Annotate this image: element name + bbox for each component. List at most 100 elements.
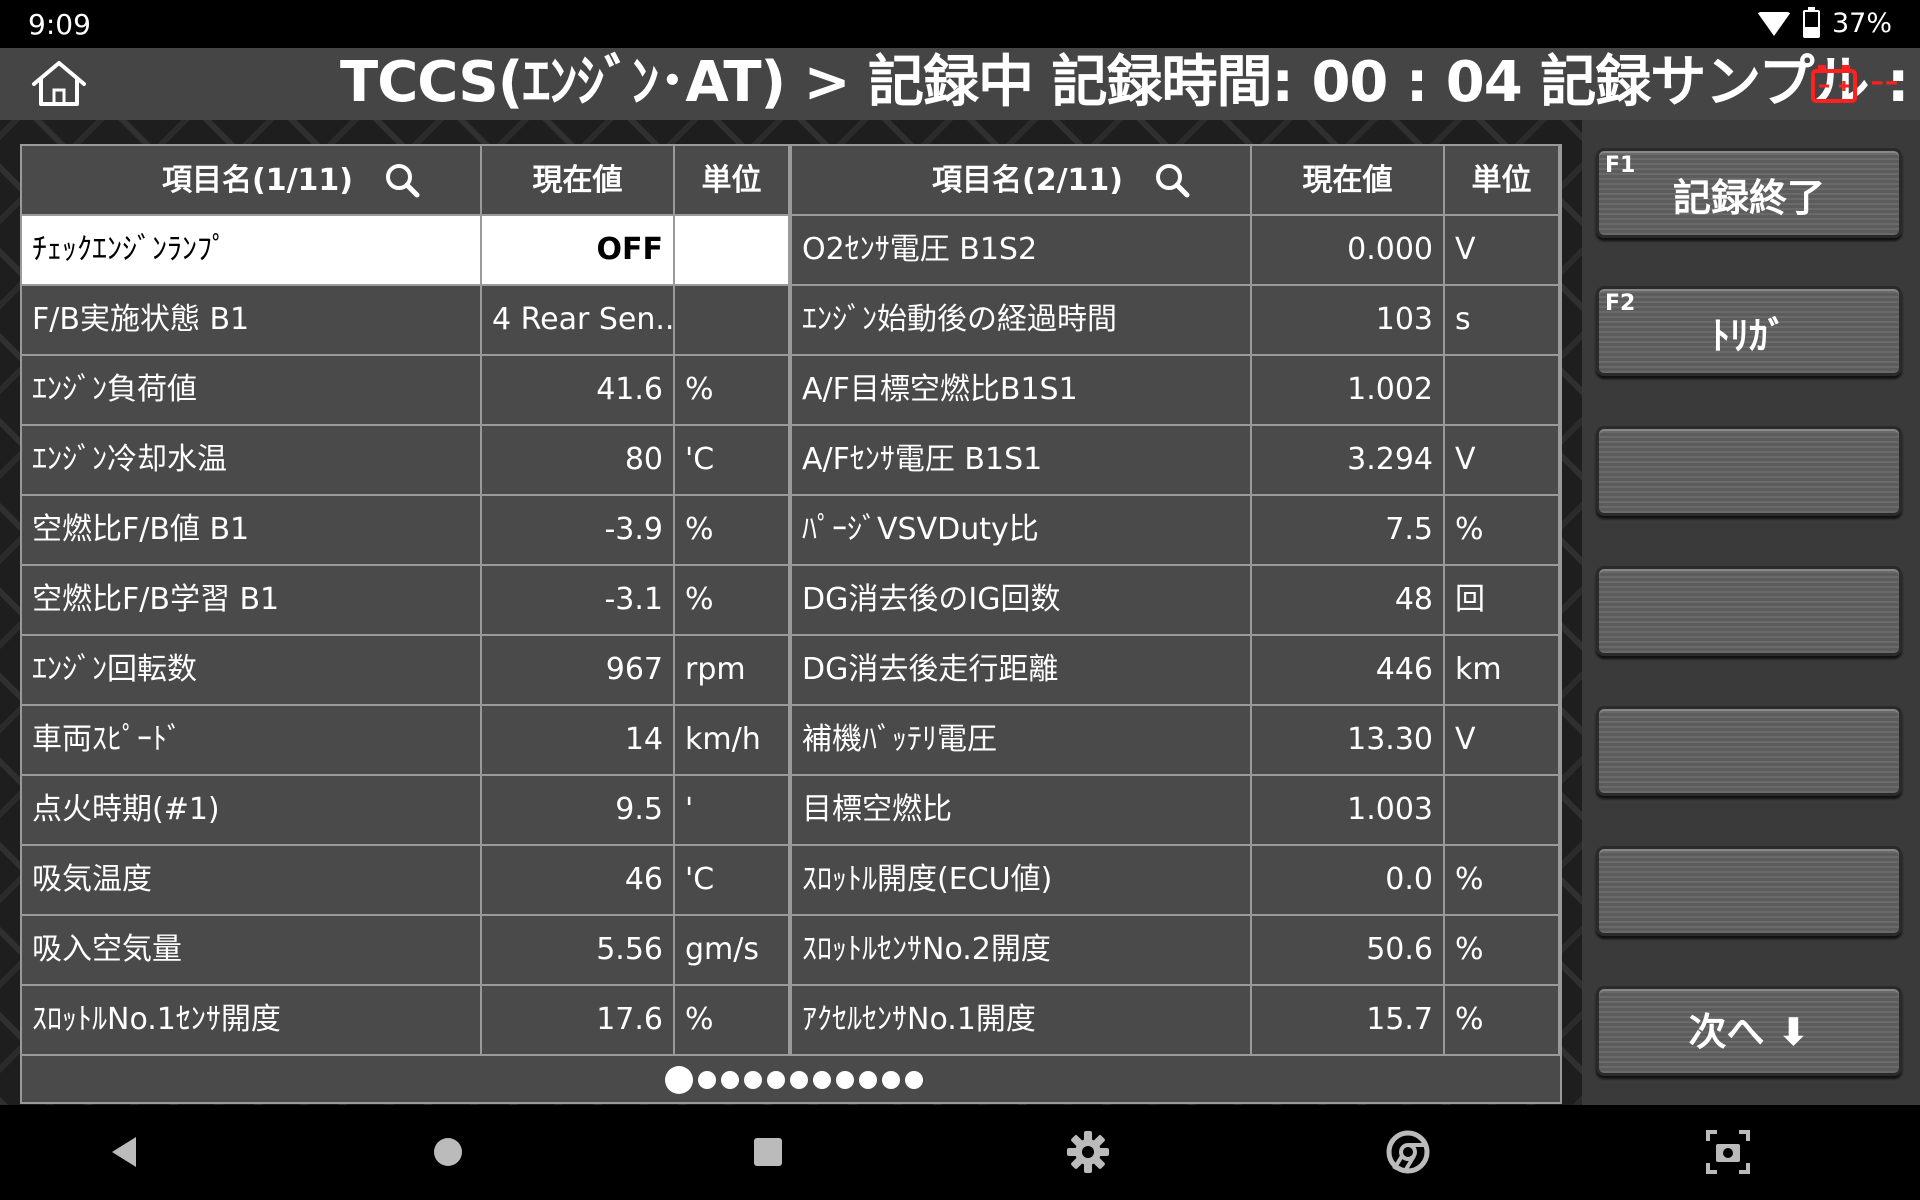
right-row-value[interactable]: 50.6 — [1252, 916, 1445, 986]
left-row-name[interactable]: F/B実施状態 B1 — [22, 286, 482, 356]
right-row-value[interactable]: 48 — [1252, 566, 1445, 636]
right-row-value[interactable]: 15.7 — [1252, 986, 1445, 1056]
left-row-value[interactable]: -3.9 — [482, 496, 675, 566]
left-row-unit[interactable]: % — [675, 986, 790, 1056]
back-icon[interactable] — [100, 1127, 150, 1177]
right-row-value[interactable]: 1.003 — [1252, 776, 1445, 846]
left-row-value[interactable]: 80 — [482, 426, 675, 496]
right-row-name[interactable]: A/F目標空燃比B1S1 — [792, 356, 1252, 426]
right-row-unit[interactable]: % — [1445, 986, 1560, 1056]
left-row-value[interactable]: 4 Rear Sen... — [482, 286, 675, 356]
page-dot[interactable] — [859, 1071, 877, 1089]
right-row-name[interactable]: A/Fｾﾝｻ電圧 B1S1 — [792, 426, 1252, 496]
left-row-unit[interactable]: 'C — [675, 846, 790, 916]
right-row-value[interactable]: 3.294 — [1252, 426, 1445, 496]
right-row-unit[interactable]: 回 — [1445, 566, 1560, 636]
page-dot[interactable] — [813, 1071, 831, 1089]
right-row-name[interactable]: ｴﾝｼﾞﾝ始動後の経過時間 — [792, 286, 1252, 356]
right-row-unit[interactable]: V — [1445, 426, 1560, 496]
left-row-unit[interactable] — [675, 286, 790, 356]
right-row-value[interactable]: 446 — [1252, 636, 1445, 706]
right-row-name[interactable]: DG消去後走行距離 — [792, 636, 1252, 706]
left-row-value[interactable]: 46 — [482, 846, 675, 916]
left-row-unit[interactable]: gm/s — [675, 916, 790, 986]
right-row-unit[interactable]: % — [1445, 496, 1560, 566]
right-row-value[interactable]: 7.5 — [1252, 496, 1445, 566]
left-search-icon[interactable] — [384, 162, 420, 198]
page-dot[interactable] — [836, 1071, 854, 1089]
left-row-unit[interactable] — [675, 216, 790, 286]
page-dot[interactable] — [665, 1066, 693, 1094]
home-nav-icon[interactable] — [423, 1127, 473, 1177]
function-key-7[interactable]: 次へ ⬇ — [1596, 986, 1902, 1076]
left-row-name[interactable]: 車両ｽﾋﾟｰﾄﾞ — [22, 706, 482, 776]
page-dot[interactable] — [882, 1071, 900, 1089]
right-row-value[interactable]: 1.002 — [1252, 356, 1445, 426]
left-row-name[interactable]: ｴﾝｼﾞﾝ負荷値 — [22, 356, 482, 426]
page-dot[interactable] — [744, 1071, 762, 1089]
function-key-4[interactable] — [1596, 566, 1902, 656]
page-dot[interactable] — [698, 1071, 716, 1089]
left-row-unit[interactable]: % — [675, 356, 790, 426]
left-row-value[interactable]: 14 — [482, 706, 675, 776]
left-row-unit[interactable]: % — [675, 566, 790, 636]
left-row-value[interactable]: 5.56 — [482, 916, 675, 986]
left-row-name[interactable]: 空燃比F/B値 B1 — [22, 496, 482, 566]
right-row-value[interactable]: 0.000 — [1252, 216, 1445, 286]
right-row-name[interactable]: ｽﾛｯﾄﾙｾﾝｻNo.2開度 — [792, 916, 1252, 986]
left-row-name[interactable]: ｴﾝｼﾞﾝ冷却水温 — [22, 426, 482, 496]
left-row-name[interactable]: 点火時期(#1) — [22, 776, 482, 846]
left-row-unit[interactable]: % — [675, 496, 790, 566]
left-row-name[interactable]: 吸気温度 — [22, 846, 482, 916]
right-row-unit[interactable] — [1445, 776, 1560, 846]
right-row-value[interactable]: 13.30 — [1252, 706, 1445, 776]
home-icon[interactable] — [28, 58, 90, 110]
page-dot[interactable] — [790, 1071, 808, 1089]
function-key-3[interactable] — [1596, 426, 1902, 516]
right-row-name[interactable]: ﾊﾟｰｼﾞVSVDuty比 — [792, 496, 1252, 566]
left-row-value[interactable]: 9.5 — [482, 776, 675, 846]
left-row-name[interactable]: 空燃比F/B学習 B1 — [22, 566, 482, 636]
left-row-unit[interactable]: 'C — [675, 426, 790, 496]
right-row-unit[interactable]: % — [1445, 846, 1560, 916]
page-dot[interactable] — [905, 1071, 923, 1089]
right-row-name[interactable]: 目標空燃比 — [792, 776, 1252, 846]
recents-icon[interactable] — [743, 1127, 793, 1177]
right-search-icon[interactable] — [1154, 162, 1190, 198]
function-key-5[interactable] — [1596, 706, 1902, 796]
left-row-name[interactable]: 吸入空気量 — [22, 916, 482, 986]
right-row-name[interactable]: ｱｸｾﾙｾﾝｻNo.1開度 — [792, 986, 1252, 1056]
right-row-unit[interactable]: s — [1445, 286, 1560, 356]
function-key-6[interactable] — [1596, 846, 1902, 936]
chrome-icon[interactable] — [1383, 1127, 1433, 1177]
page-dot[interactable] — [721, 1071, 739, 1089]
screenshot-icon[interactable] — [1703, 1127, 1753, 1177]
right-row-unit[interactable]: % — [1445, 916, 1560, 986]
page-dot[interactable] — [767, 1071, 785, 1089]
left-row-value[interactable]: -3.1 — [482, 566, 675, 636]
left-row-value[interactable]: OFF — [482, 216, 675, 286]
right-row-name[interactable]: O2ｾﾝｻ電圧 B1S2 — [792, 216, 1252, 286]
left-row-value[interactable]: 17.6 — [482, 986, 675, 1056]
page-indicator[interactable] — [22, 1058, 1560, 1102]
right-row-unit[interactable]: V — [1445, 216, 1560, 286]
right-row-unit[interactable]: km — [1445, 636, 1560, 706]
left-row-name[interactable]: ﾁｪｯｸｴﾝｼﾞﾝﾗﾝﾌﾟ — [22, 216, 482, 286]
left-row-name[interactable]: ｽﾛｯﾄﾙNo.1ｾﾝｻ開度 — [22, 986, 482, 1056]
left-row-value[interactable]: 41.6 — [482, 356, 675, 426]
left-row-unit[interactable]: km/h — [675, 706, 790, 776]
right-row-value[interactable]: 0.0 — [1252, 846, 1445, 916]
right-row-name[interactable]: 補機ﾊﾞｯﾃﾘ電圧 — [792, 706, 1252, 776]
right-row-name[interactable]: ｽﾛｯﾄﾙ開度(ECU値) — [792, 846, 1252, 916]
right-row-name[interactable]: DG消去後のIG回数 — [792, 566, 1252, 636]
left-row-value[interactable]: 967 — [482, 636, 675, 706]
right-row-unit[interactable] — [1445, 356, 1560, 426]
function-key-2[interactable]: F2 ﾄﾘｶﾞ — [1596, 286, 1902, 376]
right-row-value[interactable]: 103 — [1252, 286, 1445, 356]
settings-gear-icon[interactable] — [1063, 1127, 1113, 1177]
right-row-unit[interactable]: V — [1445, 706, 1560, 776]
left-row-name[interactable]: ｴﾝｼﾞﾝ回転数 — [22, 636, 482, 706]
function-key-1[interactable]: F1 記録終了 — [1596, 148, 1902, 238]
left-row-unit[interactable]: ' — [675, 776, 790, 846]
left-row-unit[interactable]: rpm — [675, 636, 790, 706]
